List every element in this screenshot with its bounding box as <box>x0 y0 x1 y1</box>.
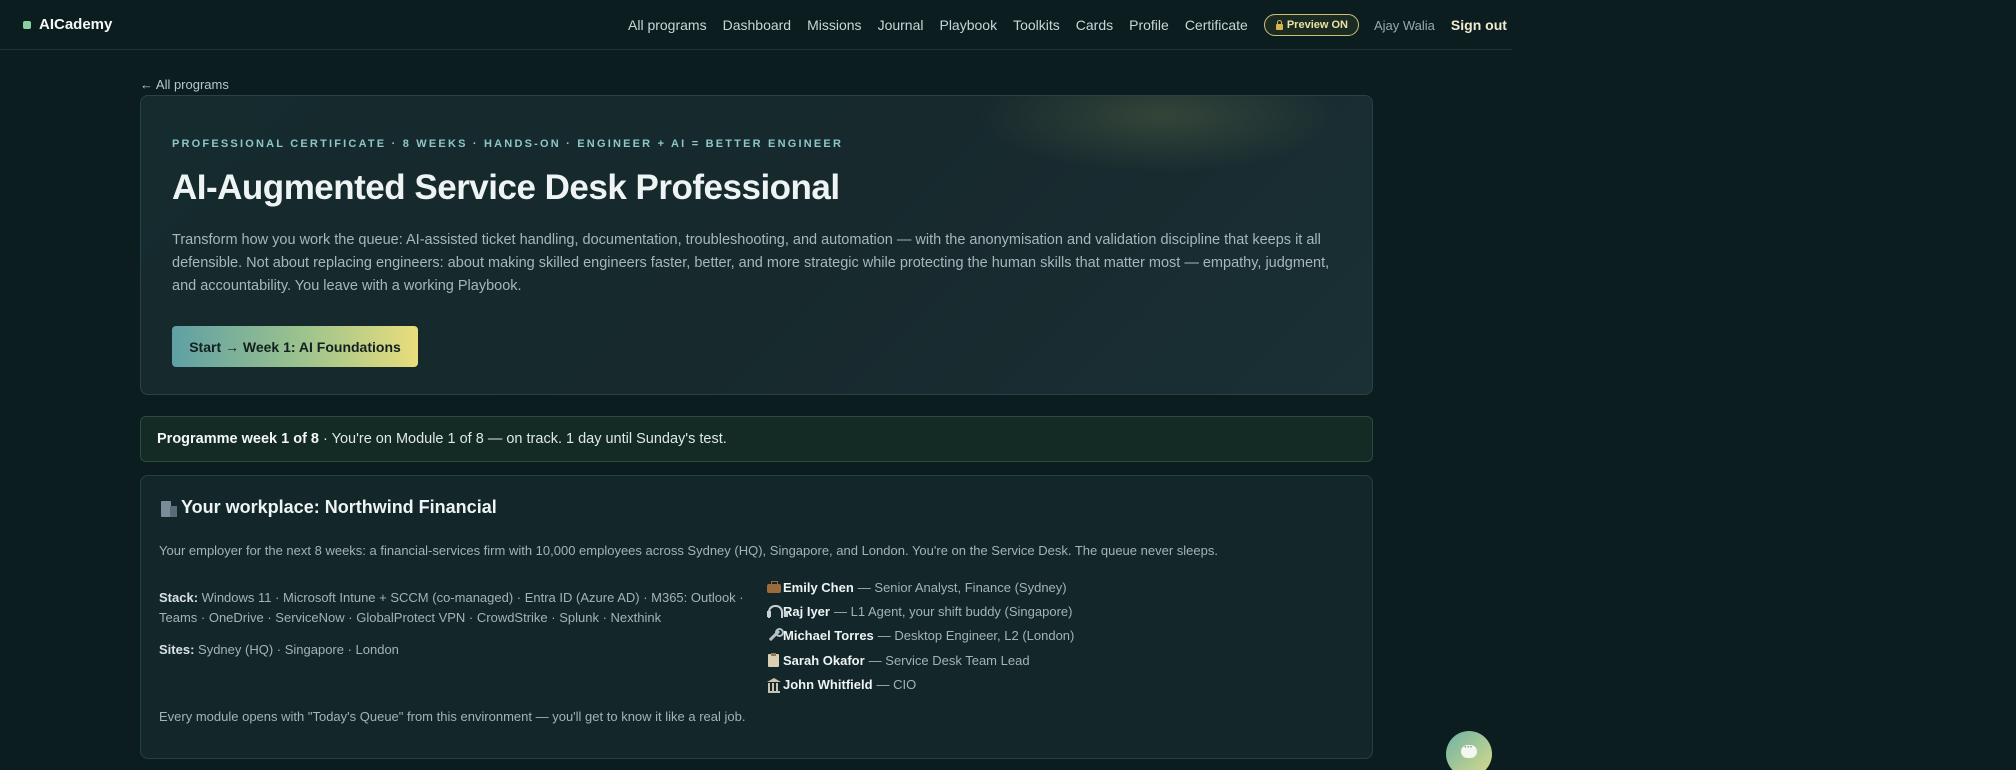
person-name: Michael Torres <box>783 628 874 644</box>
person-name: John Whitfield <box>783 676 873 692</box>
sites-value: Sydney (HQ) · Singapore · London <box>198 642 399 657</box>
main-nav: All programs Dashboard Missions Journal … <box>628 14 1507 36</box>
person-role: — Service Desk Team Lead <box>868 652 1030 668</box>
person-role: — Desktop Engineer, L2 (London) <box>877 628 1075 644</box>
top-navigation: AICademy All programs Dashboard Missions… <box>0 0 1512 50</box>
nav-item-missions[interactable]: Missions <box>807 17 861 33</box>
preview-toggle[interactable]: Preview ON <box>1263 14 1359 36</box>
person-item: Michael Torres — Desktop Engineer, L2 (L… <box>766 624 1074 648</box>
person-name: Sarah Okafor <box>783 652 865 668</box>
chat-bubble-icon <box>1461 742 1477 758</box>
nav-item-journal[interactable]: Journal <box>878 17 924 33</box>
nav-item-certificate[interactable]: Certificate <box>1185 17 1248 33</box>
person-name: Raj Iyer <box>783 603 830 619</box>
people-list: Emily Chen — Senior Analyst, Finance (Sy… <box>766 575 1074 696</box>
workplace-card: Your workplace: Northwind Financial Your… <box>140 475 1373 759</box>
programme-status-text: · You're on Module 1 of 8 — on track. 1 … <box>319 431 727 447</box>
brand-dot-icon <box>23 20 31 29</box>
person-item: John Whitfield — CIO <box>766 672 1074 696</box>
sign-out-button[interactable]: Sign out <box>1451 17 1507 33</box>
stack-label: Stack: <box>159 590 199 605</box>
nav-item-profile[interactable]: Profile <box>1129 17 1169 33</box>
sites-label: Sites: <box>159 642 195 657</box>
workplace-title-text: Your workplace: Northwind Financial <box>181 497 497 517</box>
stack-value: Windows 11 · Microsoft Intune + SCCM (co… <box>159 590 744 625</box>
person-item: Sarah Okafor — Service Desk Team Lead <box>766 648 1074 672</box>
nav-item-playbook[interactable]: Playbook <box>939 17 997 33</box>
page-title: AI-Augmented Service Desk Professional <box>172 168 840 207</box>
start-week-button[interactable]: Start → Week 1: AI Foundations <box>172 326 418 367</box>
programme-week-label: Programme week 1 of 8 <box>157 431 319 447</box>
program-kicker: PROFESSIONAL CERTIFICATE · 8 WEEKS · HAN… <box>172 138 844 150</box>
program-hero-card: PROFESSIONAL CERTIFICATE · 8 WEEKS · HAN… <box>140 95 1373 395</box>
person-role: — Senior Analyst, Finance (Sydney) <box>857 579 1067 595</box>
clipboard-icon <box>766 652 783 668</box>
person-name: Emily Chen <box>783 579 854 595</box>
brand-name: AICademy <box>39 16 113 33</box>
workplace-footer-note: Every module opens with "Today's Queue" … <box>159 709 746 724</box>
nav-item-cards[interactable]: Cards <box>1076 17 1113 33</box>
workplace-stack: Stack: Windows 11 · Microsoft Intune + S… <box>159 588 759 628</box>
person-item: Raj Iyer — L1 Agent, your shift buddy (S… <box>766 599 1074 623</box>
preview-label: Preview ON <box>1286 19 1348 31</box>
lock-icon <box>1275 20 1284 30</box>
headset-icon <box>766 604 788 619</box>
briefcase-icon <box>766 580 783 595</box>
nav-item-toolkits[interactable]: Toolkits <box>1013 17 1060 33</box>
workplace-title: Your workplace: Northwind Financial <box>159 497 497 518</box>
brand-logo[interactable]: AICademy <box>23 16 112 33</box>
nav-item-dashboard[interactable]: Dashboard <box>723 17 792 33</box>
chat-button[interactable] <box>1446 731 1492 770</box>
nav-item-all-programs[interactable]: All programs <box>628 17 707 33</box>
program-description: Transform how you work the queue: AI-ass… <box>172 232 1330 294</box>
back-to-all-programs-link[interactable]: ← All programs <box>140 77 229 92</box>
office-building-icon <box>159 498 179 518</box>
workplace-intro: Your employer for the next 8 weeks: a fi… <box>159 543 1218 558</box>
person-role: — CIO <box>876 676 917 692</box>
user-name: Ajay Walia <box>1373 17 1435 33</box>
bank-icon <box>766 677 783 693</box>
programme-progress-banner: Programme week 1 of 8 · You're on Module… <box>140 416 1373 462</box>
person-item: Emily Chen — Senior Analyst, Finance (Sy… <box>766 575 1074 599</box>
person-role: — L1 Agent, your shift buddy (Singapore) <box>833 603 1073 619</box>
workplace-sites: Sites: Sydney (HQ) · Singapore · London <box>159 642 399 657</box>
wrench-icon <box>766 628 784 643</box>
